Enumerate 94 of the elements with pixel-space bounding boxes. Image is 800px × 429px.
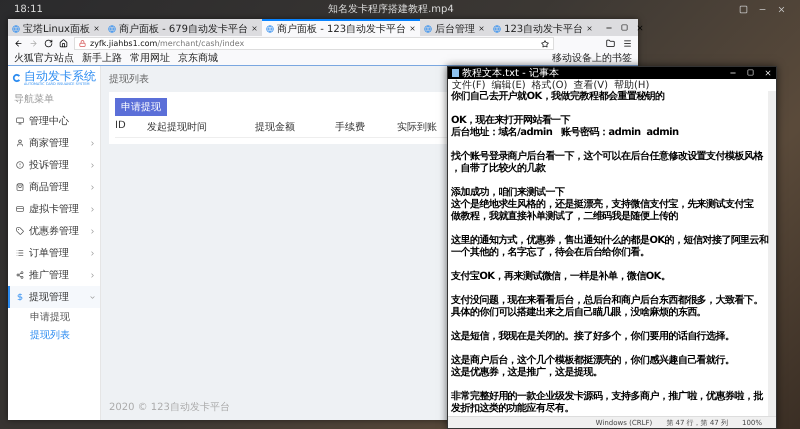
clock-text: 18:11	[14, 4, 43, 14]
site-icon	[12, 24, 20, 32]
text-line: 找个账号登录商户后台看一下，这个可以在后台任意修改设置支付模板风格	[451, 151, 764, 162]
chevron-right-icon	[89, 162, 96, 168]
column-header: 提现金额	[255, 120, 295, 134]
home-icon[interactable]	[59, 39, 68, 48]
menu-item-icon	[16, 205, 24, 213]
text-line: 你们自己去开户就OK，我做完教程都会重置秘钥的	[451, 91, 666, 103]
chevron-down-icon	[89, 294, 96, 300]
sidebar-item[interactable]: 推广管理	[8, 264, 100, 286]
menu-item-icon	[16, 139, 24, 147]
sidebar-item[interactable]: 提现管理	[8, 286, 100, 308]
sidebar-item[interactable]: 商品管理	[8, 176, 100, 198]
window-title: 教程文本.txt - 记事本	[462, 66, 559, 80]
menu-item-icon	[16, 117, 24, 125]
footer-text: 2020 © 123自动发卡平台	[109, 400, 230, 414]
text-line: 具体的你们可以搭建出来之后自己瞄几眼，没啥麻烦的东西。	[451, 307, 708, 319]
column-header: 实际到账	[397, 120, 437, 134]
window-icon[interactable]	[739, 4, 748, 14]
apply-withdrawal-button[interactable]: 申请提现	[115, 98, 167, 116]
reload-icon[interactable]	[44, 39, 53, 48]
menu-item-icon	[16, 293, 24, 301]
submenu-item[interactable]: 申请提现	[8, 308, 100, 326]
site-icon	[424, 24, 432, 32]
menu-item-icon	[16, 161, 24, 169]
notepad-icon	[452, 69, 459, 77]
site-icon	[108, 24, 116, 32]
text-line: 这是商户后台，这个几个模板都挺漂亮的，你们感兴趣自己看就行。	[451, 355, 736, 366]
address-bar[interactable]: zyfk.jiahbs1.com/merchant/cash/index	[74, 37, 554, 50]
text-line: 支付宝OK，再来测试微信，一样是补单，微信OK。	[451, 271, 672, 283]
menu-item[interactable]: 文件(F)	[452, 78, 486, 92]
menu-item-icon	[16, 227, 24, 235]
menu-item-icon	[16, 183, 24, 191]
nav-heading: 导航菜单	[13, 92, 55, 107]
bookmark-link[interactable]: 京东商城	[178, 51, 218, 65]
menu-icon[interactable]	[623, 39, 632, 48]
star-icon[interactable]	[541, 40, 549, 48]
column-header: 手续费	[335, 120, 365, 134]
chevron-right-icon	[89, 250, 96, 256]
chevron-right-icon	[89, 184, 96, 190]
text-line: 这是优惠券，这是推广，这是提现。	[451, 367, 604, 379]
text-line: 一个其他的，名字忘了，待会在后台给你们看。	[451, 247, 650, 259]
text-line: OK，现在来打开网站看一下	[451, 115, 572, 126]
close-icon[interactable]	[409, 25, 416, 32]
menu-item[interactable]: 帮助(H)	[614, 78, 650, 92]
chevron-right-icon	[89, 272, 96, 278]
sidebar-item[interactable]: 投诉管理	[8, 154, 100, 176]
chevron-right-icon	[89, 206, 96, 212]
sidebar-item[interactable]: 虚拟卡管理	[8, 198, 100, 220]
text-line: 支付没问题，现在来看看后台，总后台和商户后台东西都很多，大致看下。	[451, 295, 764, 306]
close-icon[interactable]	[636, 24, 644, 32]
bookmark-link[interactable]: 移动设备上的书签	[552, 51, 632, 65]
sidebar-item[interactable]: 订单管理	[8, 242, 100, 264]
page-title: 提现列表	[109, 72, 149, 86]
text-line: 这里的通知方式，优惠券，售出通知什么的都是OK的，短信对接了阿里云和	[451, 235, 766, 246]
menu-item-icon	[16, 271, 24, 279]
browser-tab[interactable]: 商户面板 - 123自动发卡平台	[262, 19, 420, 36]
column-header: 发起提现时间	[147, 120, 207, 134]
browser-tab[interactable]: 后台管理	[420, 19, 490, 36]
bookmark-link[interactable]: 新手上路	[82, 51, 122, 65]
text-line: 这个是绝地求生风格的，还是挺漂亮，支持微信支付宝，先来测试支付宝	[451, 199, 755, 210]
text-line: 这是短信，我现在是关闭的。接了好多个，你们要用的话自行选择。	[451, 331, 736, 343]
submenu-item[interactable]: 提现列表	[8, 326, 100, 344]
text-line: 后台地址：域名/admin 账号密码：admin admin	[451, 127, 680, 139]
text-line: 发折扣这类的功能应有尽有。	[451, 403, 575, 415]
column-header: ID	[115, 120, 126, 133]
url-text: zyfk.jiahbs1.com/merchant/cash/index	[90, 39, 244, 48]
menu-item-icon	[16, 249, 24, 257]
text-line: 非常完整好用的一款企业级发卡源码，支持多商户，推广啦，优惠券啦，批	[451, 391, 764, 402]
maximize-icon[interactable]	[621, 24, 628, 31]
logo-title: 自动发卡系统	[24, 70, 96, 82]
close-icon[interactable]	[251, 25, 258, 32]
video-title: 知名发卡程序搭建教程.mp4	[328, 2, 454, 16]
close-icon[interactable]	[478, 25, 486, 32]
text-line: 添加成功，咱们来测试一下	[451, 187, 566, 198]
site-icon	[493, 24, 502, 32]
bookmark-link[interactable]: 常用网址	[130, 51, 170, 65]
chevron-right-icon	[89, 140, 96, 146]
browser-tab[interactable]: 宝塔Linux面板	[8, 19, 104, 36]
close-icon[interactable]	[586, 25, 594, 32]
close-icon[interactable]	[92, 25, 100, 32]
text-line: ，自带了比较火的几款	[451, 163, 547, 175]
back-icon[interactable]	[14, 39, 23, 48]
chevron-right-icon	[89, 228, 96, 234]
lock-icon	[79, 40, 86, 47]
sidebar-item[interactable]: 优惠券管理	[8, 220, 100, 242]
sidebar-item[interactable]: 管理中心	[8, 110, 100, 132]
menu-item[interactable]: 格式(O)	[532, 78, 568, 92]
browser-tab[interactable]: 商户面板 - 679自动发卡平台	[104, 19, 262, 36]
browser-tab[interactable]: 123自动发卡平台	[489, 19, 598, 36]
site-icon	[266, 24, 274, 32]
text-line: 做教程，我就直接补单测试了，二维码我是随便上传的	[451, 211, 679, 223]
sidebar-item[interactable]: 商家管理	[8, 132, 100, 154]
bookmark-link[interactable]: 火狐官方站点	[14, 51, 74, 65]
